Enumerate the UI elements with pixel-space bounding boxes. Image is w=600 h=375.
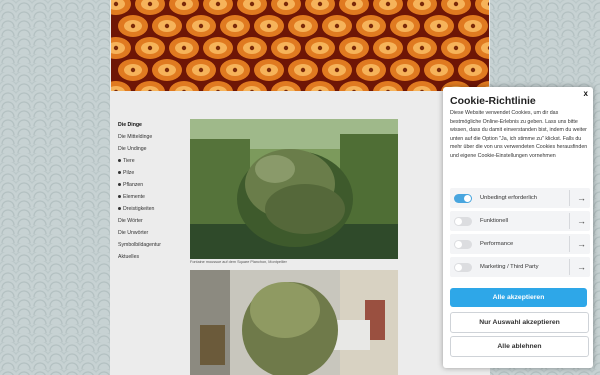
nav-item-symbolbildagentur[interactable]: Symbolbildagentur bbox=[118, 239, 184, 251]
nav-item-aktuelles[interactable]: Aktuelles bbox=[118, 251, 184, 263]
moss-fountain-street-photo bbox=[190, 270, 398, 375]
moss-fountain-photo bbox=[190, 119, 398, 259]
toggle-essential[interactable] bbox=[454, 194, 472, 203]
category-label: Funktionell bbox=[480, 218, 509, 224]
category-row-marketing: Marketing / Third Party → bbox=[450, 257, 590, 277]
nav-item-tiere[interactable]: Tiere bbox=[118, 155, 184, 167]
reject-all-button[interactable]: Alle ablehnen bbox=[450, 336, 589, 357]
bullet-icon bbox=[118, 171, 121, 175]
accept-selection-button[interactable]: Nur Auswahl akzeptieren bbox=[450, 312, 589, 333]
category-label: Unbedingt erforderlich bbox=[480, 195, 538, 201]
nav-item-elemente[interactable]: Elemente bbox=[118, 191, 184, 203]
nav-item-dreistigkeiten[interactable]: Dreistigkeiten bbox=[118, 203, 184, 215]
cookie-description: Diese Website verwendet Cookies, um dir … bbox=[450, 110, 588, 159]
bullet-icon bbox=[118, 183, 121, 187]
toggle-marketing[interactable] bbox=[454, 263, 472, 272]
arrow-right-icon[interactable]: → bbox=[577, 211, 586, 231]
category-label: Performance bbox=[480, 241, 514, 247]
header-banner-image bbox=[111, 0, 489, 91]
category-row-essential: Unbedingt erforderlich → bbox=[450, 188, 590, 208]
cookie-consent-dialog: Cookie-Richtlinie x Diese Website verwen… bbox=[443, 87, 593, 368]
bullet-icon bbox=[118, 159, 121, 163]
nav-item-die-woerter[interactable]: Die Wörter bbox=[118, 215, 184, 227]
nav-item-die-mitteldinge[interactable]: Die Mitteldinge bbox=[118, 131, 184, 143]
photo-caption: Fontaine moussue auf dem Square Planchon… bbox=[190, 260, 287, 264]
bullet-icon bbox=[118, 195, 121, 199]
bullet-icon bbox=[118, 207, 121, 211]
nav-item-pilze[interactable]: Pilze bbox=[118, 167, 184, 179]
nav-item-die-undinge[interactable]: Die Undinge bbox=[118, 143, 184, 155]
nav-item-die-unwoerter[interactable]: Die Unwörter bbox=[118, 227, 184, 239]
close-icon[interactable]: x bbox=[584, 89, 588, 98]
category-label: Marketing / Third Party bbox=[480, 264, 539, 270]
accept-all-button[interactable]: Alle akzeptieren bbox=[450, 288, 587, 307]
category-row-functional: Funktionell → bbox=[450, 211, 590, 231]
arrow-right-icon[interactable]: → bbox=[577, 257, 586, 277]
cookie-title: Cookie-Richtlinie bbox=[450, 95, 536, 107]
nav-item-pflanzen[interactable]: Pflanzen bbox=[118, 179, 184, 191]
category-row-performance: Performance → bbox=[450, 234, 590, 254]
toggle-functional[interactable] bbox=[454, 217, 472, 226]
sidebar-nav: Die Dinge Die Mitteldinge Die Undinge Ti… bbox=[118, 119, 184, 263]
nav-item-die-dinge[interactable]: Die Dinge bbox=[118, 119, 184, 131]
toggle-performance[interactable] bbox=[454, 240, 472, 249]
arrow-right-icon[interactable]: → bbox=[577, 188, 586, 208]
arrow-right-icon[interactable]: → bbox=[577, 234, 586, 254]
